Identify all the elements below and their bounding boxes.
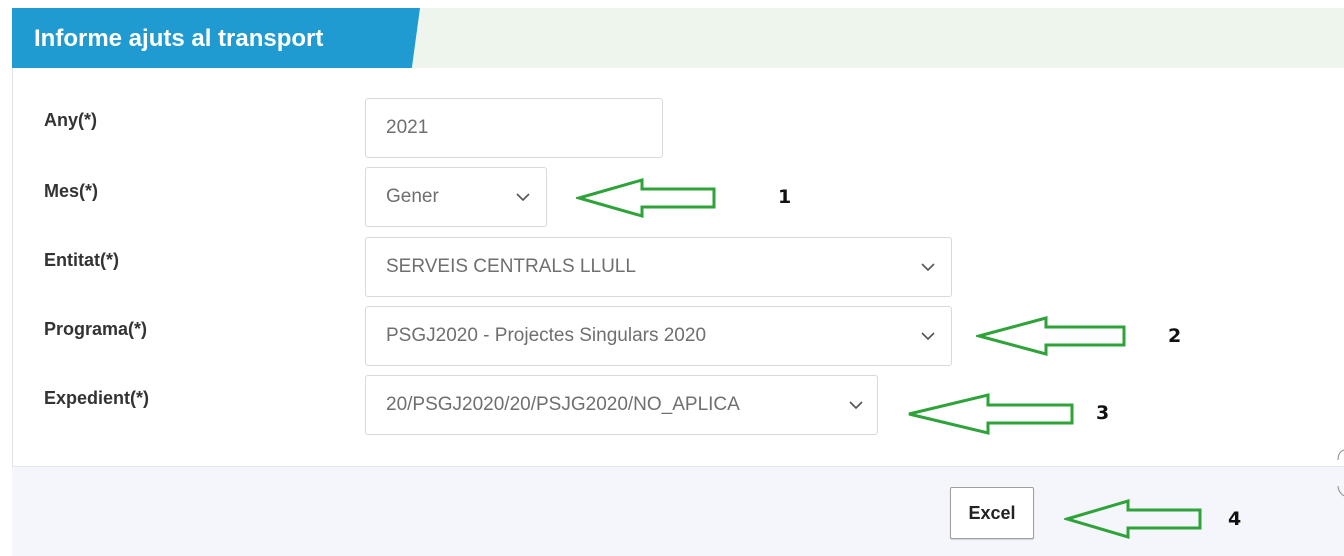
excel-button[interactable]: Excel <box>950 487 1034 539</box>
chevron-down-icon <box>849 401 863 410</box>
annotation-arrow-1 <box>576 178 716 218</box>
programa-select[interactable]: PSGJ2020 - Projectes Singulars 2020 <box>365 306 952 366</box>
annotation-number-1: 1 <box>778 186 792 208</box>
mes-select[interactable]: Gener <box>365 167 547 227</box>
expedient-label: Expedient(*) <box>44 388 150 408</box>
annotation-arrow-4 <box>1064 498 1202 540</box>
annotation-number-2: 2 <box>1168 325 1182 347</box>
entitat-select[interactable]: SERVEIS CENTRALS LLULL <box>365 237 952 297</box>
annotation-number-3: 3 <box>1096 402 1110 424</box>
expedient-value: 20/PSGJ2020/20/PSJG2020/NO_APLICA <box>386 394 740 415</box>
entitat-value: SERVEIS CENTRALS LLULL <box>386 256 636 277</box>
any-input[interactable]: 2021 <box>365 98 663 158</box>
chevron-down-icon <box>516 193 530 202</box>
annotation-arrow-3 <box>908 393 1074 435</box>
programa-label: Programa(*) <box>44 319 148 339</box>
annotation-number-4: 4 <box>1228 508 1242 530</box>
annotation-arrow-2 <box>976 316 1126 356</box>
any-label: Any(*) <box>44 110 97 130</box>
programa-value: PSGJ2020 - Projectes Singulars 2020 <box>386 325 707 346</box>
entitat-label: Entitat(*) <box>44 250 119 270</box>
edge-bracket-icon <box>1337 449 1344 497</box>
chevron-down-icon <box>921 263 935 272</box>
expedient-select[interactable]: 20/PSGJ2020/20/PSJG2020/NO_APLICA <box>365 375 878 435</box>
page-title: Informe ajuts al transport <box>34 25 324 52</box>
chevron-down-icon <box>921 332 935 341</box>
mes-value: Gener <box>386 186 439 207</box>
mes-label: Mes(*) <box>44 181 99 201</box>
any-value: 2021 <box>386 117 429 138</box>
